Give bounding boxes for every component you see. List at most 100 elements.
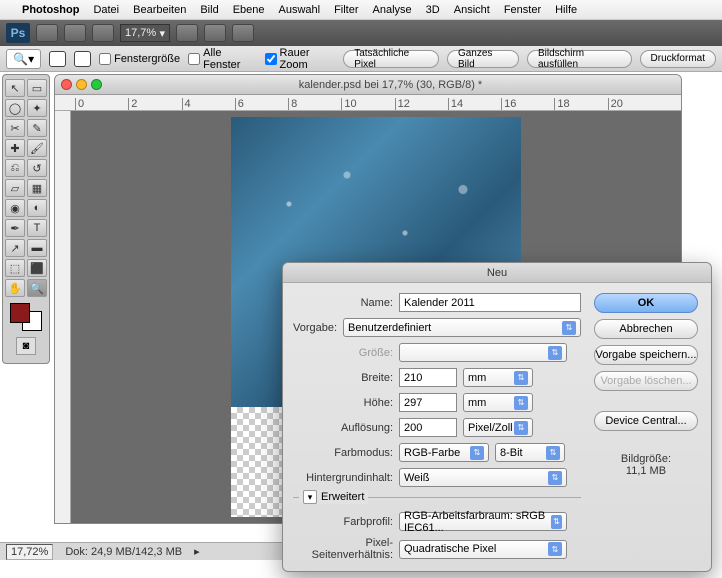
menu-fenster[interactable]: Fenster <box>504 4 541 16</box>
minimize-icon[interactable] <box>76 79 87 90</box>
stamp-tool-icon[interactable]: ⎌ <box>5 159 25 177</box>
hand-icon[interactable] <box>176 24 198 42</box>
mini-bridge-icon[interactable] <box>64 24 86 42</box>
bildgroesse-value: 11,1 MB <box>621 465 671 477</box>
pill-print-size[interactable]: Druckformat <box>640 50 716 68</box>
dialog-title: Neu <box>283 263 711 283</box>
pixelratio-select[interactable]: Quadratische Pixel⇅ <box>399 540 567 559</box>
ps-logo-icon: Ps <box>6 23 30 43</box>
blur-tool-icon[interactable]: ◉ <box>5 199 25 217</box>
farbmodus-label: Farbmodus: <box>293 447 393 459</box>
menu-3d[interactable]: 3D <box>426 4 440 16</box>
menu-filter[interactable]: Filter <box>334 4 358 16</box>
pill-fit-screen[interactable]: Ganzes Bild <box>447 50 519 68</box>
3d-tool-icon[interactable]: ⬚ <box>5 259 25 277</box>
bildgroesse-label: Bildgröße: <box>621 453 671 465</box>
groesse-label: Größe: <box>293 347 393 359</box>
pill-fill-screen[interactable]: Bildschirm ausfüllen <box>527 50 632 68</box>
status-zoom[interactable]: 17,72% <box>6 544 53 560</box>
status-arrow-icon[interactable]: ▸ <box>194 545 200 558</box>
pill-actual-pixels[interactable]: Tatsächliche Pixel <box>343 50 439 68</box>
erweitert-disclose-icon[interactable]: ▾ <box>303 490 317 504</box>
fg-color-icon[interactable] <box>10 303 30 323</box>
menu-bearbeiten[interactable]: Bearbeiten <box>133 4 186 16</box>
history-brush-icon[interactable]: ↺ <box>27 159 47 177</box>
brush-tool-icon[interactable]: 🖌 <box>27 139 47 157</box>
quickmask-icon[interactable]: ◙ <box>16 337 36 355</box>
breite-unit-select[interactable]: mm⇅ <box>463 368 533 387</box>
rauer-zoom-checkbox[interactable]: Rauer Zoom <box>265 47 336 71</box>
status-doc-size: Dok: 24,9 MB/142,3 MB <box>65 546 182 558</box>
save-preset-button[interactable]: Vorgabe speichern... <box>594 345 698 365</box>
groesse-select: ⇅ <box>399 343 567 362</box>
breite-label: Breite: <box>293 372 393 384</box>
device-central-button[interactable]: Device Central... <box>594 411 698 431</box>
menu-auswahl[interactable]: Auswahl <box>279 4 321 16</box>
menu-datei[interactable]: Datei <box>93 4 119 16</box>
app-bar: Ps 17,7%▾ <box>0 20 722 46</box>
screen-mode-icon[interactable] <box>232 24 254 42</box>
eraser-tool-icon[interactable]: ▱ <box>5 179 25 197</box>
hintergrund-select[interactable]: Weiß⇅ <box>399 468 567 487</box>
lasso-tool-icon[interactable]: ◯ <box>5 99 25 117</box>
ruler-vertical <box>55 111 71 523</box>
new-document-dialog: Neu Name: Vorgabe: Benutzerdefiniert⇅ Gr… <box>282 262 712 572</box>
type-tool-icon[interactable]: T <box>27 219 47 237</box>
menu-hilfe[interactable]: Hilfe <box>555 4 577 16</box>
hoehe-unit-select[interactable]: mm⇅ <box>463 393 533 412</box>
zoom-level-field[interactable]: 17,7%▾ <box>120 24 170 42</box>
farbprofil-select[interactable]: RGB-Arbeitsfarbraum: sRGB IEC61...⇅ <box>399 512 567 531</box>
hoehe-label: Höhe: <box>293 397 393 409</box>
aufloesung-unit-select[interactable]: Pixel/Zoll⇅ <box>463 418 533 437</box>
extras-icon[interactable] <box>92 24 114 42</box>
current-tool-icon[interactable]: 🔍▾ <box>6 49 41 69</box>
close-icon[interactable] <box>61 79 72 90</box>
name-label: Name: <box>293 297 393 309</box>
hand-tool-icon[interactable]: ✋ <box>5 279 25 297</box>
menu-ansicht[interactable]: Ansicht <box>454 4 490 16</box>
bridge-icon[interactable] <box>36 24 58 42</box>
app-name[interactable]: Photoshop <box>22 4 79 16</box>
name-input[interactable] <box>399 293 581 312</box>
breite-input[interactable] <box>399 368 457 387</box>
fenstergroesse-checkbox[interactable]: Fenstergröße <box>99 53 180 65</box>
erweitert-label: Erweitert <box>321 491 364 503</box>
menu-analyse[interactable]: Analyse <box>373 4 412 16</box>
farbtiefe-select[interactable]: 8-Bit⇅ <box>495 443 565 462</box>
crop-tool-icon[interactable]: ✂ <box>5 119 25 137</box>
wand-tool-icon[interactable]: ✦ <box>27 99 47 117</box>
gradient-tool-icon[interactable]: ▦ <box>27 179 47 197</box>
pixelratio-label: Pixel-Seitenverhältnis: <box>293 537 393 561</box>
camera-tool-icon[interactable]: ⬛ <box>27 259 47 277</box>
vorgabe-label: Vorgabe: <box>293 322 337 334</box>
farbprofil-label: Farbprofil: <box>293 516 393 528</box>
marquee-tool-icon[interactable]: ▭ <box>27 79 47 97</box>
zoom-value: 17,7% <box>125 27 156 39</box>
zoom-in-icon[interactable] <box>49 51 66 67</box>
cancel-button[interactable]: Abbrechen <box>594 319 698 339</box>
menu-ebene[interactable]: Ebene <box>233 4 265 16</box>
heal-tool-icon[interactable]: ✚ <box>5 139 25 157</box>
status-bar: 17,72% Dok: 24,9 MB/142,3 MB ▸ <box>0 542 330 560</box>
maximize-icon[interactable] <box>91 79 102 90</box>
hintergrund-label: Hintergrundinhalt: <box>293 472 393 484</box>
arrange-icon[interactable] <box>204 24 226 42</box>
alle-fenster-checkbox[interactable]: Alle Fenster <box>188 47 256 71</box>
options-bar: 🔍▾ Fenstergröße Alle Fenster Rauer Zoom … <box>0 46 722 72</box>
eyedropper-tool-icon[interactable]: ✎ <box>27 119 47 137</box>
dodge-tool-icon[interactable]: ◐ <box>27 199 47 217</box>
mac-menubar: Photoshop Datei Bearbeiten Bild Ebene Au… <box>0 0 722 20</box>
zoom-tool-icon[interactable]: 🔍 <box>27 279 47 297</box>
ok-button[interactable]: OK <box>594 293 698 313</box>
menu-bild[interactable]: Bild <box>200 4 218 16</box>
pen-tool-icon[interactable]: ✒ <box>5 219 25 237</box>
hoehe-input[interactable] <box>399 393 457 412</box>
farbmodus-select[interactable]: RGB-Farbe⇅ <box>399 443 489 462</box>
zoom-out-icon[interactable] <box>74 51 91 67</box>
move-tool-icon[interactable]: ↖ <box>5 79 25 97</box>
path-tool-icon[interactable]: ↗ <box>5 239 25 257</box>
aufloesung-input[interactable] <box>399 418 457 437</box>
color-swatch[interactable] <box>10 303 42 331</box>
shape-tool-icon[interactable]: ▬ <box>27 239 47 257</box>
vorgabe-select[interactable]: Benutzerdefiniert⇅ <box>343 318 581 337</box>
